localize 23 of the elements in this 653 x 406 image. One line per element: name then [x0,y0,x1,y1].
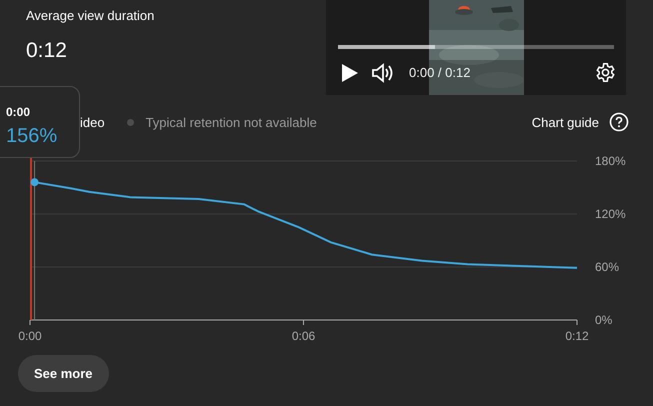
video-player[interactable]: 0:00 / 0:12 [326,0,626,95]
time-display: 0:00 / 0:12 [409,65,470,80]
see-more-button[interactable]: See more [18,355,109,392]
tooltip-value: 156% [6,125,58,148]
metric-value: 0:12 [26,39,68,63]
chart-guide-link[interactable]: Chart guide [532,114,599,130]
settings-icon[interactable] [595,62,616,83]
legend-label: Typical retention not available [146,114,317,130]
progress-bar[interactable] [338,45,614,49]
legend-label: ideo [80,114,105,130]
play-icon[interactable] [342,64,358,82]
volume-icon[interactable] [372,62,395,82]
help-icon[interactable] [609,112,629,132]
data-point [30,178,39,186]
axis-label: 0:06 [292,329,316,343]
axis-label: 120% [595,207,626,221]
metric-label: Average view duration [26,8,154,23]
axis-label: 60% [595,260,620,274]
axis-label: 0:12 [565,329,589,343]
axis-label: 0% [595,313,612,327]
tooltip-time: 0:00 [6,105,32,119]
axis-label: 0:00 [18,329,42,343]
axis-label: 180% [595,154,626,168]
